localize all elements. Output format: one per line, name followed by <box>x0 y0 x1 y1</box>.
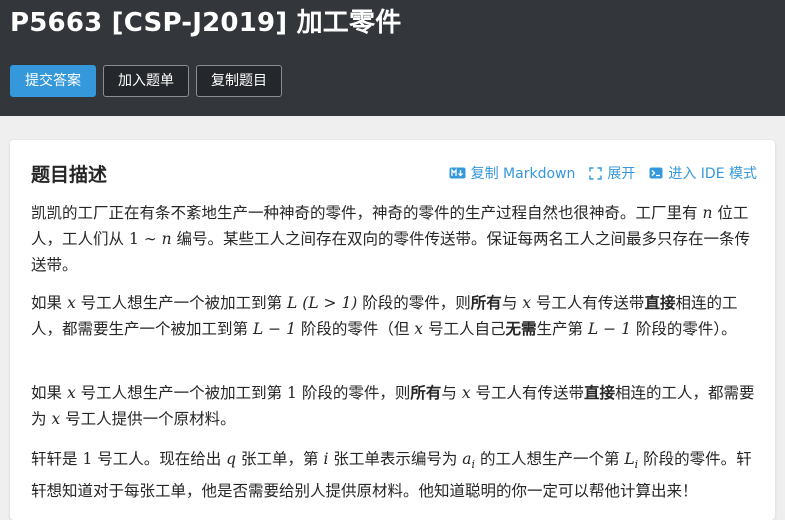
description-paragraph-3: 如果 x 号工人想生产一个被加工到第 1 阶段的零件，则所有与 x 号工人有传送… <box>31 384 755 428</box>
description-paragraph-4: 轩轩是 1 号工人。现在给出 q 张工单，第 i 张工单表示编号为 ai 的工人… <box>31 450 752 501</box>
problem-title: P5663 [CSP-J2019] 加工零件 <box>10 8 402 38</box>
problem-header: P5663 [CSP-J2019] 加工零件 提交答案 加入题单 复制题目 <box>0 0 785 116</box>
copy-problem-button[interactable]: 复制题目 <box>196 65 282 97</box>
expand-button[interactable]: 展开 <box>589 163 635 183</box>
terminal-icon <box>649 167 663 179</box>
description-paragraph-1: 凯凯的工厂正在有条不紊地生产一种神奇的零件，神奇的零件的生产过程自然也很神奇。工… <box>31 204 751 274</box>
copy-markdown-label: 复制 Markdown <box>470 166 576 182</box>
add-to-list-button[interactable]: 加入题单 <box>103 65 189 97</box>
submit-button[interactable]: 提交答案 <box>10 65 96 97</box>
enter-ide-button[interactable]: 进入 IDE 模式 <box>649 163 757 183</box>
enter-ide-label: 进入 IDE 模式 <box>668 166 757 182</box>
expand-icon <box>589 166 603 180</box>
problem-description-card: 题目描述 复制 Markdown 展开 进入 IDE 模式 凯凯的工厂正在有条不… <box>10 140 775 520</box>
copy-markdown-button[interactable]: 复制 Markdown <box>449 163 576 183</box>
description-paragraph-2: 如果 x 号工人想生产一个被加工到第 L (L > 1) 阶段的零件，则所有与 … <box>31 294 738 338</box>
section-actions: 复制 Markdown 展开 进入 IDE 模式 <box>449 163 757 183</box>
section-title: 题目描述 <box>31 164 108 186</box>
expand-label: 展开 <box>607 166 636 182</box>
markdown-icon <box>449 167 466 179</box>
